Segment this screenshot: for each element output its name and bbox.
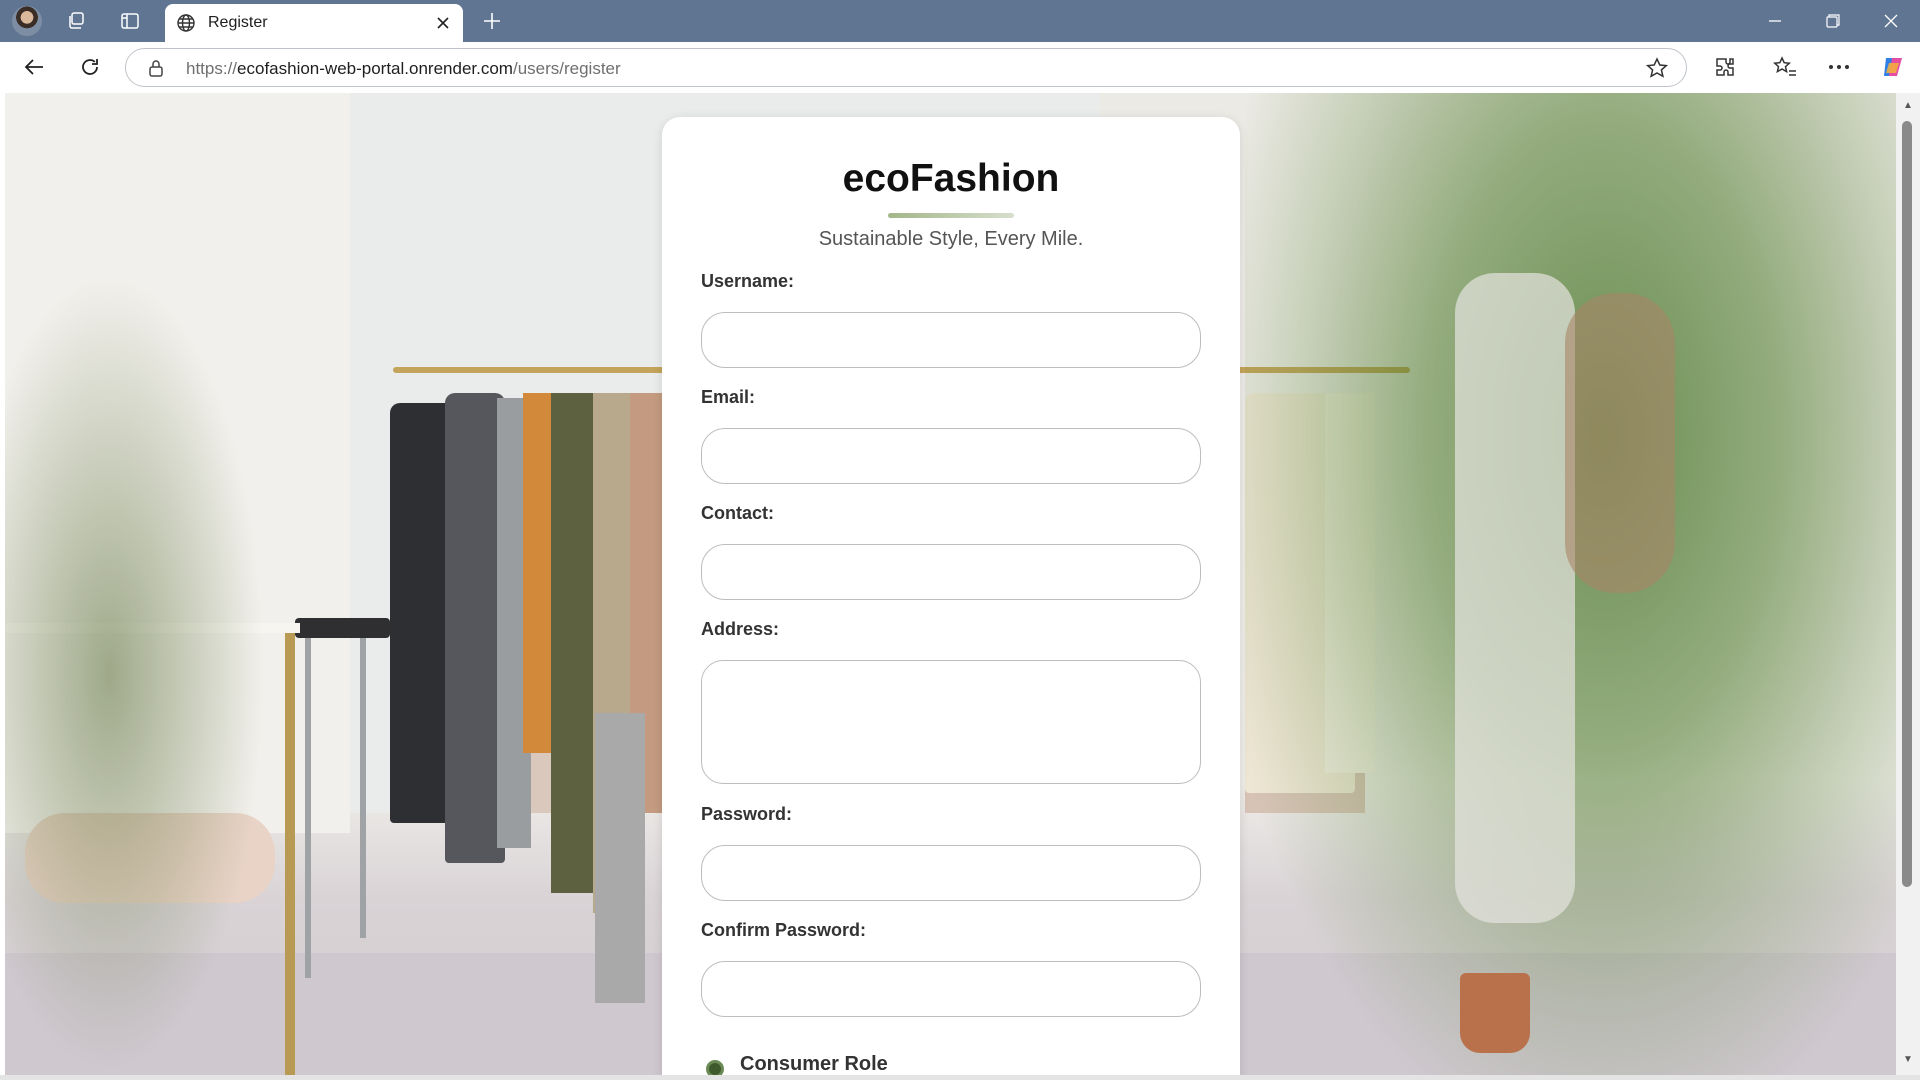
url-prefix: https:// (186, 59, 238, 78)
new-tab-icon[interactable] (478, 8, 506, 34)
favorites-icon[interactable] (1772, 54, 1798, 80)
lock-icon[interactable] (148, 59, 164, 77)
workspaces-icon[interactable] (62, 8, 90, 34)
confirm-password-input[interactable] (701, 961, 1201, 1017)
favorite-star-icon[interactable] (1645, 57, 1669, 79)
person-hair (1565, 293, 1675, 593)
scrollbar-thumb[interactable] (1902, 121, 1912, 887)
username-input[interactable] (701, 312, 1201, 368)
confirm-password-label: Confirm Password: (701, 920, 867, 940)
email-input[interactable] (701, 428, 1201, 484)
plant-pot (1460, 973, 1530, 1053)
close-tab-icon[interactable] (433, 13, 453, 33)
address-bar[interactable]: https://ecofashion-web-portal.onrender.c… (125, 48, 1687, 87)
tab-title: Register (208, 14, 268, 31)
username-label: Username: (701, 271, 795, 291)
scroll-down-arrow-icon[interactable]: ▼ (1902, 1055, 1914, 1065)
restore-icon[interactable] (1810, 0, 1856, 42)
scroll-up-arrow-icon[interactable]: ▲ (1902, 101, 1914, 111)
address-textarea[interactable] (701, 660, 1201, 784)
consumer-role-label: Consumer Role (740, 1053, 888, 1075)
person (1455, 273, 1575, 923)
browser-toolbar: https://ecofashion-web-portal.onrender.c… (0, 42, 1920, 92)
url-path: /users/register (512, 59, 621, 78)
brand-title: ecoFashion (842, 157, 1060, 200)
extensions-icon[interactable] (1712, 54, 1738, 80)
garment (445, 393, 505, 863)
minimize-icon[interactable] (1752, 0, 1798, 42)
tagline: Sustainable Style, Every Mile. (818, 228, 1084, 250)
window-bottom-edge (0, 1075, 1920, 1080)
clothing-rail-left (393, 367, 673, 373)
contact-input[interactable] (701, 544, 1201, 600)
plant-left (5, 273, 265, 1073)
copilot-icon[interactable] (1880, 54, 1906, 80)
register-card: ecoFashion Sustainable Style, Every Mile… (662, 117, 1240, 1080)
refresh-icon[interactable] (74, 51, 106, 83)
profile-avatar[interactable] (12, 6, 42, 36)
password-label: Password: (701, 804, 793, 824)
email-label: Email: (701, 387, 756, 407)
back-arrow-icon[interactable] (18, 51, 50, 83)
page-scrollbar[interactable]: ▲ ▼ (1896, 93, 1920, 1075)
chair-seat (295, 618, 390, 638)
password-input[interactable] (701, 845, 1201, 901)
chair-leg (305, 638, 311, 978)
vertical-tabs-icon[interactable] (116, 8, 144, 34)
contact-label: Contact: (701, 503, 774, 523)
globe-icon (175, 12, 197, 34)
address-label: Address: (701, 619, 780, 639)
browser-titlebar: Register (0, 0, 1920, 42)
more-menu-icon[interactable] (1826, 54, 1852, 80)
brand-underline (888, 213, 1014, 218)
table-leg (285, 633, 295, 1075)
garment (595, 713, 645, 1003)
close-window-icon[interactable] (1868, 0, 1914, 42)
tab-register[interactable]: Register (165, 4, 463, 42)
url-text[interactable]: https://ecofashion-web-portal.onrender.c… (186, 59, 621, 79)
chair-leg (360, 638, 366, 938)
url-host: ecofashion-web-portal.onrender.com (237, 59, 513, 78)
